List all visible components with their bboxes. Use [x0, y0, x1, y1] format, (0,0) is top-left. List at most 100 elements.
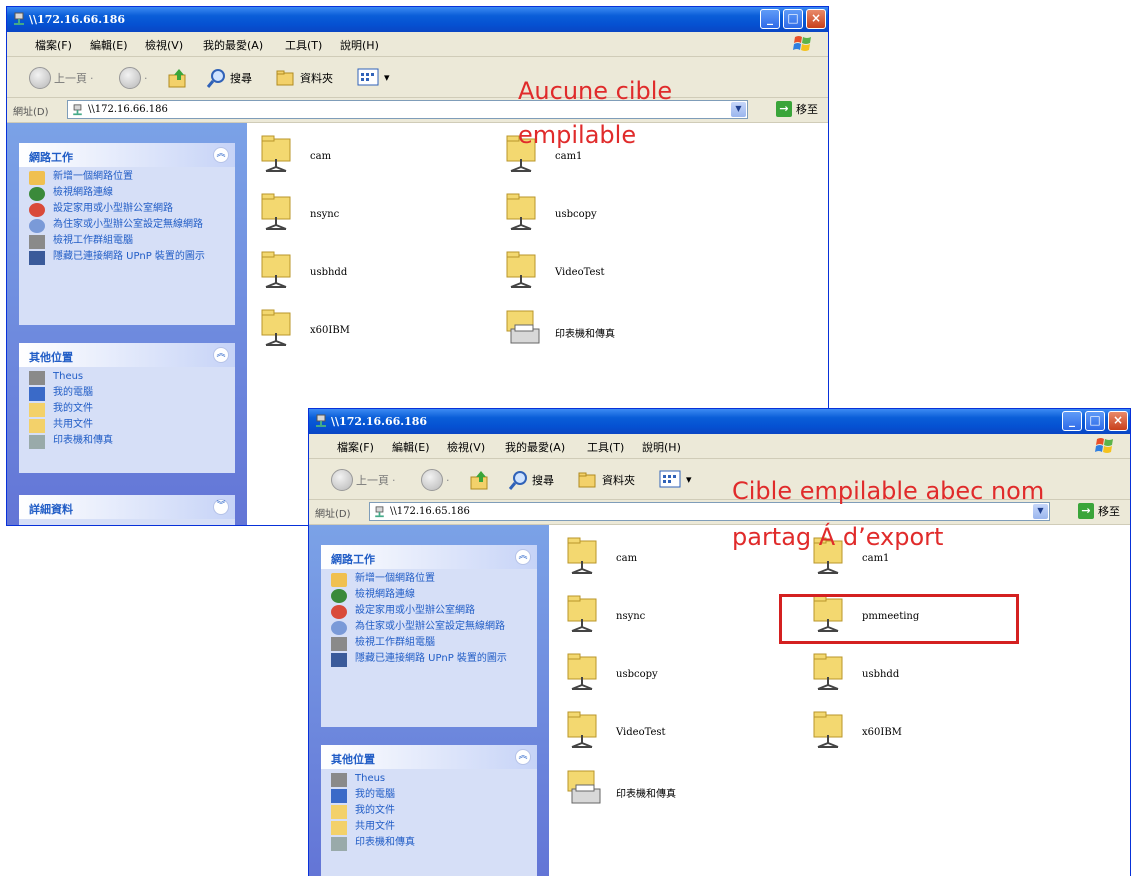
place-link[interactable]: 我的電腦: [19, 387, 235, 401]
network-drive-icon: [316, 414, 326, 427]
go-label: 移至: [796, 103, 818, 116]
back-label: 上一頁: [356, 474, 389, 487]
panel-header[interactable]: 網路工作 ︽: [19, 143, 235, 167]
minimize-button[interactable]: _: [1062, 411, 1082, 431]
close-button[interactable]: ×: [806, 9, 826, 29]
shared-folder[interactable]: VideoTest: [564, 709, 794, 759]
shared-folder[interactable]: usbhdd: [258, 249, 488, 299]
menu-tools[interactable]: 工具(T): [285, 37, 322, 53]
panel-header[interactable]: 其他位置 ︽: [19, 343, 235, 367]
file-list: cam cam1 nsync pmmeeting usbcopy usbhdd …: [550, 525, 1130, 876]
go-button[interactable]: → 移至: [1078, 503, 1120, 519]
setup-wireless-link[interactable]: 為住家或小型辦公室設定無線網路: [321, 621, 537, 635]
dropdown-icon: ▾: [384, 70, 390, 84]
workgroup-icon: [29, 371, 45, 385]
place-link[interactable]: 我的電腦: [321, 789, 537, 803]
dropdown-icon: ·: [392, 473, 396, 487]
menu-view[interactable]: 檢視(V): [447, 439, 485, 455]
place-link[interactable]: 共用文件: [19, 419, 235, 433]
chevron-down-icon[interactable]: ▼: [731, 102, 746, 117]
shared-folder[interactable]: usbcopy: [564, 651, 794, 701]
panel-header[interactable]: 網路工作 ︽: [321, 545, 537, 569]
menu-favorites[interactable]: 我的最愛(A): [203, 37, 263, 53]
close-button[interactable]: ×: [1108, 411, 1128, 431]
title-bar[interactable]: \\172.16.66.186 _ □ ×: [309, 409, 1130, 434]
back-button[interactable]: 上一頁 ·: [29, 67, 94, 89]
shared-folder[interactable]: cam: [258, 133, 488, 183]
printers-folder[interactable]: 印表機和傳真: [503, 307, 733, 357]
expand-icon[interactable]: ︾: [213, 499, 229, 515]
place-link[interactable]: 我的文件: [321, 805, 537, 819]
panel-header[interactable]: 其他位置 ︽: [321, 745, 537, 769]
menu-help[interactable]: 說明(H): [642, 439, 681, 455]
hide-upnp-link[interactable]: 隱藏已連接網路 UPnP 裝置的圖示: [321, 653, 537, 667]
task-pane: 網路工作 ︽ 新增一個網路位置 檢視網路連線 設定家用或小型辦公室網路 為住家或…: [7, 123, 247, 525]
menu-tools[interactable]: 工具(T): [587, 439, 624, 455]
menu-help[interactable]: 說明(H): [340, 37, 379, 53]
maximize-button[interactable]: □: [783, 9, 803, 29]
views-button[interactable]: ▾: [659, 469, 692, 489]
setup-home-network-link[interactable]: 設定家用或小型辦公室網路: [321, 605, 537, 619]
view-connections-link[interactable]: 檢視網路連線: [321, 589, 537, 603]
folders-button[interactable]: 資料夾: [275, 67, 333, 89]
search-button[interactable]: 搜尋: [205, 67, 252, 89]
view-workgroup-link[interactable]: 檢視工作群組電腦: [321, 637, 537, 651]
windows-logo-icon: [793, 36, 811, 51]
minimize-button[interactable]: _: [760, 9, 780, 29]
shared-folder-icon: [813, 653, 843, 690]
up-folder-button[interactable]: [167, 67, 189, 89]
menu-view[interactable]: 檢視(V): [145, 37, 183, 53]
menu-file[interactable]: 檔案(F): [337, 439, 374, 455]
place-link[interactable]: Theus: [321, 773, 537, 787]
maximize-button[interactable]: □: [1085, 411, 1105, 431]
collapse-icon[interactable]: ︽: [515, 549, 531, 565]
place-link[interactable]: 我的文件: [19, 403, 235, 417]
place-link[interactable]: 印表機和傳真: [19, 435, 235, 449]
search-button[interactable]: 搜尋: [507, 469, 554, 491]
up-folder-button[interactable]: [469, 469, 491, 491]
link-label: 共用文件: [355, 821, 395, 832]
menu-bar: 檔案(F) 編輯(E) 檢視(V) 我的最愛(A) 工具(T) 說明(H): [309, 434, 1130, 459]
place-link[interactable]: 共用文件: [321, 821, 537, 835]
title-bar[interactable]: \\172.16.66.186 _ □ ×: [7, 7, 828, 32]
menu-favorites[interactable]: 我的最愛(A): [505, 439, 565, 455]
menu-edit[interactable]: 編輯(E): [90, 37, 128, 53]
forward-button[interactable]: ·: [421, 469, 450, 491]
collapse-icon[interactable]: ︽: [515, 749, 531, 765]
back-arrow-icon: [29, 67, 51, 89]
globe-icon: [331, 589, 347, 603]
shared-folder[interactable]: x60IBM: [258, 307, 488, 357]
setup-wireless-link[interactable]: 為住家或小型辦公室設定無線網路: [19, 219, 235, 233]
panel-title: 網路工作: [331, 553, 375, 566]
setup-home-network-link[interactable]: 設定家用或小型辦公室網路: [19, 203, 235, 217]
collapse-icon[interactable]: ︽: [213, 147, 229, 163]
back-button[interactable]: 上一頁 ·: [331, 469, 396, 491]
folders-icon: [276, 70, 294, 86]
menu-file[interactable]: 檔案(F): [35, 37, 72, 53]
place-link[interactable]: Theus: [19, 371, 235, 385]
shared-folder[interactable]: x60IBM: [810, 709, 1040, 759]
search-label: 搜尋: [532, 474, 554, 487]
forward-arrow-icon: [119, 67, 141, 89]
shared-folder[interactable]: nsync: [564, 593, 794, 643]
add-network-place-link[interactable]: 新增一個網路位置: [321, 573, 537, 587]
add-network-place-link[interactable]: 新增一個網路位置: [19, 171, 235, 185]
place-link[interactable]: 印表機和傳真: [321, 837, 537, 851]
menu-edit[interactable]: 編輯(E): [392, 439, 430, 455]
printers-folder[interactable]: 印表機和傳真: [564, 767, 794, 817]
forward-button[interactable]: ·: [119, 67, 148, 89]
shared-folder[interactable]: usbhdd: [810, 651, 1040, 701]
panel-header[interactable]: 詳細資料 ︾: [19, 495, 235, 519]
hide-upnp-link[interactable]: 隱藏已連接網路 UPnP 裝置的圖示: [19, 251, 235, 265]
go-button[interactable]: → 移至: [776, 101, 818, 117]
view-connections-link[interactable]: 檢視網路連線: [19, 187, 235, 201]
view-workgroup-link[interactable]: 檢視工作群組電腦: [19, 235, 235, 249]
folders-button[interactable]: 資料夾: [577, 469, 635, 491]
views-button[interactable]: ▾: [357, 67, 390, 87]
chevron-down-icon[interactable]: ▼: [1033, 504, 1048, 519]
shared-folder[interactable]: usbcopy: [503, 191, 733, 241]
collapse-icon[interactable]: ︽: [213, 347, 229, 363]
link-label: 我的文件: [53, 403, 93, 414]
shared-folder[interactable]: nsync: [258, 191, 488, 241]
shared-folder[interactable]: VideoTest: [503, 249, 733, 299]
